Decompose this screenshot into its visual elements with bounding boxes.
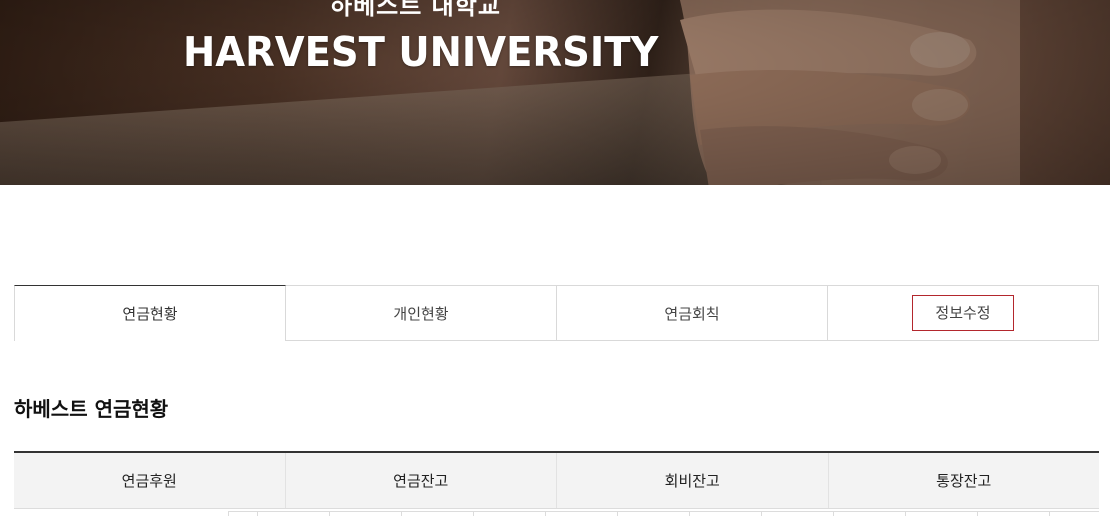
grid-line xyxy=(228,512,229,516)
section-title: 하베스트 연금현황 xyxy=(14,397,169,421)
grid-line xyxy=(401,512,402,516)
table-header-row: 연금후원 연금잔고 회비잔고 통장잔고 xyxy=(14,451,1099,508)
grid-line xyxy=(617,512,618,516)
tab-label: 연금현황 xyxy=(122,305,178,323)
tab-personal-status[interactable]: 개인현황 xyxy=(286,285,557,341)
tab-bar: 연금현황 개인현황 연금회칙 정보수정 xyxy=(14,285,1099,341)
tab-pension-status[interactable]: 연금현황 xyxy=(14,285,286,341)
grid-line xyxy=(833,512,834,516)
grid-line xyxy=(257,512,258,516)
hero-title-english: HARVEST UNIVERSITY xyxy=(183,28,659,76)
grid-line xyxy=(689,512,690,516)
column-header-fee-balance: 회비잔고 xyxy=(557,453,829,508)
table-subheader-grid xyxy=(228,511,1099,516)
grid-line xyxy=(905,512,906,516)
hero-title-korean: 하베스트 대학교 xyxy=(330,0,501,20)
tab-label-highlighted[interactable]: 정보수정 xyxy=(912,295,1014,331)
tab-label: 개인현황 xyxy=(393,304,449,323)
column-header-account-balance: 통장잔고 xyxy=(936,472,992,490)
tab-edit-info[interactable]: 정보수정 xyxy=(828,285,1099,341)
grid-line xyxy=(473,512,474,516)
tab-pension-rules[interactable]: 연금회칙 xyxy=(557,285,828,341)
grid-line xyxy=(977,512,978,516)
table-header-divider xyxy=(14,508,1099,509)
grid-line xyxy=(329,512,330,516)
hero-banner: 하베스트 대학교 HARVEST UNIVERSITY xyxy=(0,0,1110,185)
grid-line xyxy=(545,512,546,516)
column-header-pension-support: 연금후원 xyxy=(14,453,286,508)
tab-label: 연금회칙 xyxy=(664,304,720,323)
column-header-pension-balance: 연금잔고 xyxy=(286,453,557,508)
grid-line xyxy=(761,512,762,516)
grid-line xyxy=(1049,512,1050,516)
